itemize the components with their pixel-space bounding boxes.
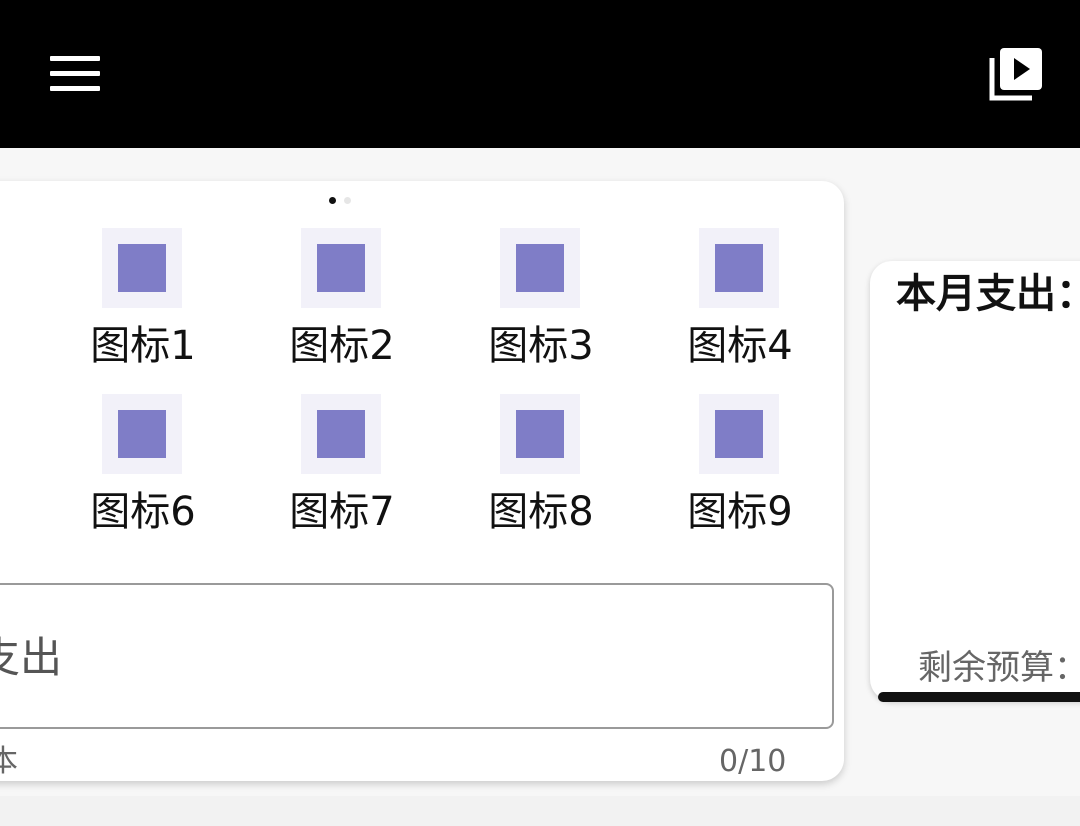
category-icon-2[interactable] [301, 228, 381, 308]
category-label: 图标8 [488, 489, 594, 535]
bottom-area [0, 796, 1080, 826]
video-library-icon[interactable] [988, 44, 1046, 102]
top-app-bar [0, 0, 1080, 148]
category-icon-6[interactable] [102, 394, 182, 474]
placeholder-square-icon [715, 410, 763, 458]
monthly-expense-card[interactable] [870, 261, 1080, 701]
category-label: 图标9 [687, 489, 793, 535]
expense-input-text: 支出 [0, 633, 63, 682]
category-icon-1[interactable] [102, 228, 182, 308]
category-label: 图标2 [289, 323, 395, 369]
page-dot-active [329, 197, 336, 204]
menu-icon[interactable] [50, 56, 102, 92]
character-counter: 0/10 [719, 744, 787, 779]
category-label: 图标7 [289, 489, 395, 535]
placeholder-square-icon [516, 410, 564, 458]
placeholder-square-icon [118, 410, 166, 458]
remaining-budget-label: 剩余预算： [918, 648, 1080, 688]
placeholder-square-icon [516, 244, 564, 292]
expense-input[interactable] [0, 583, 834, 729]
page-dot [344, 197, 351, 204]
placeholder-square-icon [118, 244, 166, 292]
placeholder-square-icon [317, 410, 365, 458]
category-label: 图标3 [488, 323, 594, 369]
category-icon-3[interactable] [500, 228, 580, 308]
category-label: 图标6 [90, 489, 196, 535]
category-icon-4[interactable] [699, 228, 779, 308]
placeholder-square-icon [317, 244, 365, 292]
category-icon-9[interactable] [699, 394, 779, 474]
category-label: 图标4 [687, 323, 793, 369]
category-icon-7[interactable] [301, 394, 381, 474]
category-label: 图标1 [90, 323, 196, 369]
placeholder-square-icon [715, 244, 763, 292]
category-icon-8[interactable] [500, 394, 580, 474]
budget-progress-bar [878, 692, 1080, 702]
input-helper-text: 本 [0, 744, 18, 779]
monthly-expense-title: 本月支出： [896, 271, 1080, 317]
